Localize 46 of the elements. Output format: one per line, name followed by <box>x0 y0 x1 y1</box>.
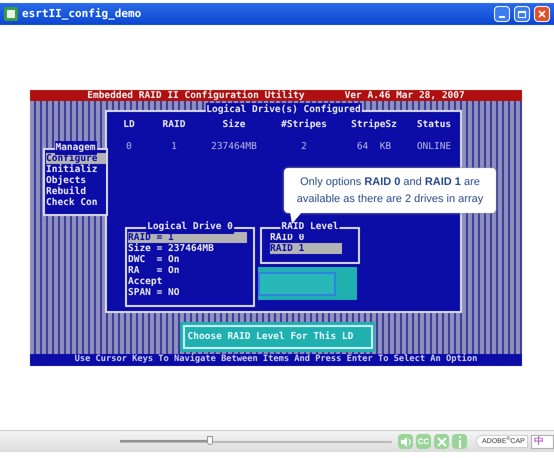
table-cell: 237464MB <box>211 141 257 153</box>
window-title: esrtII_config_demo <box>22 6 142 22</box>
panel-title: Logical Drive(s) Configured <box>205 103 362 117</box>
slider-thumb[interactable] <box>206 436 213 445</box>
table-cell: 1 <box>171 141 177 153</box>
header-version: Ver A.46 Mar 28, 2007 <box>344 90 465 101</box>
column-header: StripeSz <box>351 119 397 131</box>
panel-title: Managem <box>54 141 97 155</box>
close-icon <box>538 10 546 18</box>
status-text: Use Cursor Keys To Navigate Between Items And Press Enter To Select An Option <box>74 353 478 366</box>
table-cell: ONLINE <box>416 141 452 153</box>
column-header: Size <box>222 119 246 131</box>
setting-item[interactable]: Size = 237464MB <box>128 243 247 254</box>
callout-text: available as there are 2 drives in array <box>296 192 484 206</box>
column-header: #Stripes <box>281 119 327 131</box>
menu-item[interactable]: Check Con <box>46 197 106 208</box>
progress-track[interactable] <box>120 436 392 447</box>
setting-item[interactable]: DWC = On <box>128 254 247 265</box>
column-header: LD <box>123 119 135 131</box>
callout-text: Only options RAID 0 and RAID 1 are <box>300 174 480 190</box>
panel-title: Logical Drive 0 <box>146 220 234 234</box>
column-header: RAID <box>162 119 186 131</box>
menu-item[interactable]: Objects <box>46 175 106 186</box>
info-button[interactable] <box>452 434 467 449</box>
ime-toolbar[interactable]: 中 <box>530 434 554 448</box>
table-cell: 2 <box>301 141 307 153</box>
hint-text: Choose RAID Level For This LD <box>188 330 354 344</box>
setting-item[interactable]: RA = On <box>128 265 247 276</box>
panel-title: RAID Level <box>280 220 340 234</box>
close-button[interactable] <box>534 6 550 22</box>
raid-option[interactable]: RAID 1 <box>270 243 342 254</box>
app-icon <box>4 7 18 21</box>
sound-button[interactable] <box>398 434 413 449</box>
table-cell: 64 KB <box>356 141 392 153</box>
close-icon <box>436 436 446 446</box>
setting-item[interactable]: Accept <box>128 276 247 287</box>
minimize-button[interactable] <box>494 6 510 22</box>
header-title: Embedded RAID II Configuration Utility <box>87 90 305 101</box>
setting-item[interactable]: SPAN = NO <box>128 287 247 298</box>
column-header: Status <box>416 119 452 131</box>
maximize-button[interactable] <box>514 6 530 22</box>
menu-item[interactable]: Initializ <box>46 164 106 175</box>
table-cell: 0 <box>126 141 132 153</box>
speaker-icon <box>400 436 412 448</box>
info-icon <box>456 436 462 448</box>
menu-item[interactable]: Rebuild <box>46 186 106 197</box>
